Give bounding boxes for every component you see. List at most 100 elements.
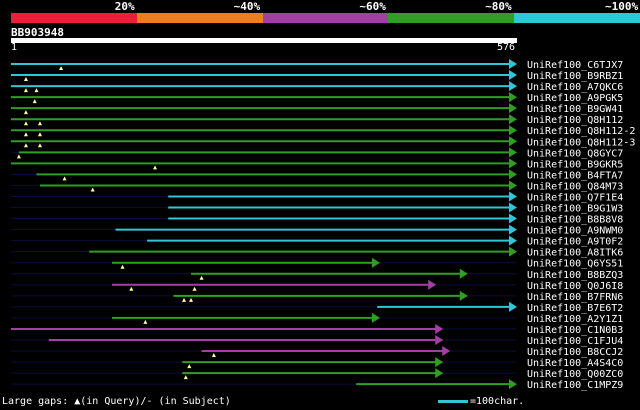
hit-row[interactable]: UniRef100_C6TJX7 <box>11 59 623 71</box>
hit-arrow <box>509 158 517 169</box>
query-gap-marker <box>187 364 192 369</box>
hit-arrow <box>509 59 517 69</box>
hit-label: UniRef100_B9GKR5 <box>527 159 623 170</box>
hit-row[interactable]: UniRef100_B8B8V8 <box>11 213 623 226</box>
hit-row[interactable]: UniRef100_A9PGK5 <box>11 92 623 104</box>
hit-label: UniRef100_C6TJX7 <box>527 60 623 71</box>
hit-row[interactable]: UniRef100_C1FJU4 <box>11 335 623 347</box>
hit-label: UniRef100_A2Y1Z1 <box>527 314 623 325</box>
hit-arrow <box>435 323 444 334</box>
hit-label: UniRef100_Q0J6I8 <box>527 281 623 292</box>
query-gap-marker <box>189 297 194 302</box>
hit-label: UniRef100_B9GW41 <box>527 104 623 115</box>
hit-row[interactable]: UniRef100_Q8H112-2 <box>11 125 635 137</box>
hit-arrow <box>509 379 517 390</box>
query-gap-marker <box>59 66 64 70</box>
hit-label: UniRef100_A8ITK6 <box>527 248 623 259</box>
scale-label: =100char. <box>470 396 525 407</box>
hit-label: UniRef100_Q8H112 <box>527 115 623 126</box>
hit-arrow <box>509 235 517 246</box>
query-gap-marker <box>23 143 28 148</box>
query-gap-marker <box>153 165 158 170</box>
hit-row[interactable]: UniRef100_Q6YS51 <box>11 257 623 270</box>
hit-row[interactable]: UniRef100_A8ITK6 <box>11 246 623 259</box>
hit-arrow <box>459 268 468 279</box>
query-gap-marker <box>129 286 134 291</box>
hit-row[interactable]: UniRef100_B9GW41 <box>11 103 623 115</box>
query-gap-marker <box>199 275 204 280</box>
hit-arrow <box>371 312 380 323</box>
hit-arrow <box>442 346 451 357</box>
hit-label: UniRef100_Q6YS51 <box>527 259 623 270</box>
hit-row[interactable]: UniRef100_A7QKC6 <box>11 81 623 93</box>
hit-row[interactable]: UniRef100_Q8GYC7 <box>11 147 623 159</box>
query-gap-marker <box>211 353 216 358</box>
hit-label: UniRef100_A9T0F2 <box>527 237 623 248</box>
scale-line <box>438 399 468 403</box>
query-gap-marker <box>37 132 42 137</box>
hit-label: UniRef100_Q8H112-3 <box>527 137 635 148</box>
hit-alignments: UniRef100_C6TJX7UniRef100_B9RBZ1UniRef10… <box>11 59 635 391</box>
hit-label: UniRef100_A7QKC6 <box>527 82 623 93</box>
hit-row[interactable]: UniRef100_B9RBZ1 <box>11 70 623 82</box>
scale-legend: =100char. <box>438 396 524 407</box>
hit-row[interactable]: UniRef100_B9GKR5 <box>11 158 623 170</box>
hit-row[interactable]: UniRef100_Q8H112 <box>11 114 623 126</box>
hit-arrow <box>509 81 517 92</box>
hit-label: UniRef100_A4S4C0 <box>527 358 623 369</box>
hit-label: UniRef100_Q7F1E4 <box>527 192 623 203</box>
query-gap-marker <box>23 88 28 93</box>
hit-arrow <box>509 180 517 191</box>
query-gap-marker <box>23 132 28 137</box>
hit-row[interactable]: UniRef100_Q7F1E4 <box>11 191 623 203</box>
hit-arrow <box>509 147 517 158</box>
hit-label: UniRef100_B4FTA7 <box>527 170 623 181</box>
query-gap-marker <box>62 176 67 181</box>
hit-arrow <box>509 103 517 114</box>
hit-label: UniRef100_Q00ZC0 <box>527 369 623 380</box>
hit-row[interactable]: UniRef100_Q00ZC0 <box>11 368 623 380</box>
hit-arrow <box>509 213 517 224</box>
hit-arrow <box>509 301 517 312</box>
hit-row[interactable]: UniRef100_Q0J6I8 <box>11 279 623 292</box>
hit-row[interactable]: UniRef100_A4S4C0 <box>11 357 623 369</box>
hit-row[interactable]: UniRef100_B7E6T2 <box>11 301 623 314</box>
hit-row[interactable]: UniRef100_A9T0F2 <box>11 235 623 248</box>
hit-row[interactable]: UniRef100_C1N0B3 <box>11 323 623 336</box>
query-gap-marker <box>16 154 21 159</box>
query-gap-marker <box>23 110 28 115</box>
hit-row[interactable]: UniRef100_C1MPZ9 <box>11 379 623 391</box>
hit-arrow <box>428 279 437 290</box>
hit-arrow <box>509 191 517 202</box>
hit-row[interactable]: UniRef100_A2Y1Z1 <box>11 312 623 325</box>
hit-arrow <box>371 257 380 268</box>
hit-label: UniRef100_A9NWM0 <box>527 226 623 237</box>
hit-row[interactable]: UniRef100_B4FTA7 <box>11 169 623 181</box>
hit-arrow <box>509 202 517 213</box>
gaps-legend: Large gaps: ▲(in Query)/- (in Subject) <box>2 396 231 407</box>
query-gap-marker <box>23 77 28 82</box>
hit-label: UniRef100_Q8GYC7 <box>527 148 623 159</box>
hit-row[interactable]: UniRef100_B9G1W3 <box>11 202 623 215</box>
hit-label: UniRef100_Q8H112-2 <box>527 126 635 137</box>
hit-row[interactable]: UniRef100_Q84M73 <box>11 180 623 192</box>
hit-row[interactable]: UniRef100_A9NWM0 <box>11 224 623 237</box>
hit-label: UniRef100_Q84M73 <box>527 181 623 192</box>
hit-arrow <box>509 70 517 81</box>
hit-label: UniRef100_B7E6T2 <box>527 303 623 314</box>
hit-row[interactable]: UniRef100_B8CCJ2 <box>11 346 623 358</box>
hit-row[interactable]: UniRef100_Q8H112-3 <box>11 136 635 148</box>
hit-label: UniRef100_B7FRN6 <box>527 292 623 303</box>
query-gap-marker <box>120 264 125 269</box>
hit-row[interactable]: UniRef100_B7FRN6 <box>11 290 623 303</box>
query-gap-marker <box>37 143 42 148</box>
query-gap-marker <box>182 297 187 302</box>
hit-arrow <box>509 246 517 257</box>
query-gap-marker <box>183 375 188 380</box>
hit-row[interactable]: UniRef100_B8BZQ3 <box>11 268 623 281</box>
hit-label: UniRef100_A9PGK5 <box>527 93 623 104</box>
query-gap-marker <box>23 121 28 126</box>
hit-label: UniRef100_C1MPZ9 <box>527 380 623 391</box>
query-gap-marker <box>37 121 42 126</box>
hit-label: UniRef100_B8BZQ3 <box>527 270 623 281</box>
